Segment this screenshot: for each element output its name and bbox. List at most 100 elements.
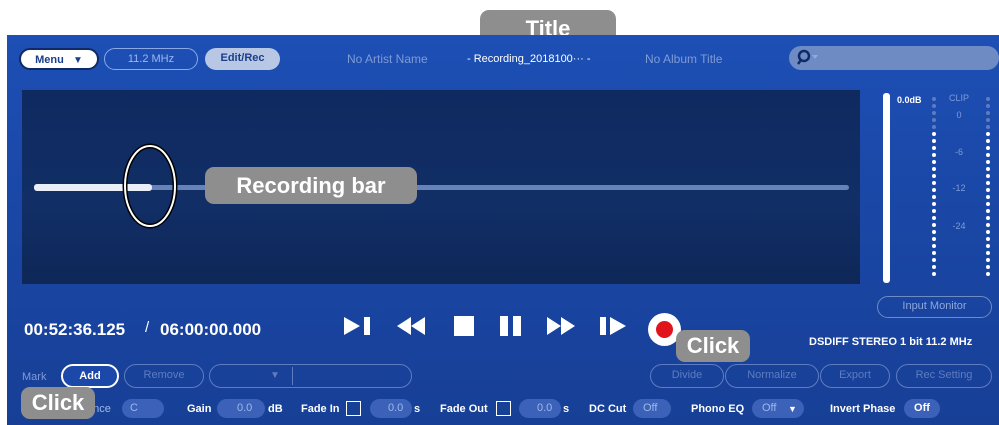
remove-mark-button[interactable]: Remove <box>124 364 204 388</box>
input-monitor-button[interactable]: Input Monitor <box>877 296 992 318</box>
skip-to-start-icon[interactable] <box>342 315 374 342</box>
gain-value: 0.0 <box>237 402 253 414</box>
meter-dot <box>932 209 936 213</box>
meter-dot <box>986 251 990 255</box>
meter-dot <box>932 195 936 199</box>
meter-dot <box>986 209 990 213</box>
meter-scale-6: -6 <box>954 147 963 157</box>
meter-dot <box>932 258 936 262</box>
meter-dot <box>986 202 990 206</box>
meter-dot <box>932 167 936 171</box>
meter-dot <box>932 125 936 129</box>
click-callout-add: Click <box>21 387 95 419</box>
dc-cut-value: Off <box>643 402 658 414</box>
meter-dot <box>986 237 990 241</box>
track-title: - Recording_2018100··· - <box>467 53 591 65</box>
divide-button[interactable]: Divide <box>650 364 724 388</box>
highlight-ring <box>122 143 178 229</box>
meter-dot <box>986 230 990 234</box>
menu-button[interactable]: Menu ▼ <box>19 48 99 70</box>
export-button[interactable]: Export <box>820 364 890 388</box>
format-info: DSDIFF STEREO 1 bit 11.2 MHz <box>809 336 973 348</box>
meter-dot <box>986 244 990 248</box>
meter-dot <box>932 132 936 136</box>
meter-dot <box>932 202 936 206</box>
meter-dot <box>986 174 990 178</box>
fade-out-unit: s <box>563 403 570 415</box>
artist-name: No Artist Name <box>347 52 428 66</box>
meter-dot <box>986 118 990 122</box>
level-meter-db: 0.0dB <box>897 95 922 105</box>
meter-dot <box>986 216 990 220</box>
invert-phase-label: Invert Phase <box>830 403 896 415</box>
meter-dot <box>986 104 990 108</box>
meter-dot <box>986 153 990 157</box>
meter-dot <box>986 160 990 164</box>
level-meter-right <box>986 97 990 279</box>
chevron-down-icon: ▼ <box>270 370 280 381</box>
meter-dot <box>932 230 936 234</box>
meter-dot <box>932 118 936 122</box>
search-input[interactable] <box>789 46 999 70</box>
meter-dot <box>932 153 936 157</box>
gain-unit: dB <box>268 403 283 415</box>
recording-bar-callout: Recording bar <box>205 167 417 204</box>
meter-dot <box>986 272 990 276</box>
meter-dot <box>932 265 936 269</box>
mark-label: Mark <box>22 371 47 383</box>
menu-label: Menu <box>35 54 64 66</box>
pause-icon[interactable] <box>498 315 524 342</box>
meter-scale-0: 0 <box>956 110 962 120</box>
album-title: No Album Title <box>645 52 723 66</box>
meter-dot <box>932 272 936 276</box>
meter-scale-24: -24 <box>952 221 966 231</box>
invert-phase-toggle[interactable]: Off <box>904 399 940 418</box>
meter-dot <box>932 111 936 115</box>
level-meter-bar <box>883 93 890 283</box>
level-meter-left <box>932 97 936 279</box>
meter-dot <box>932 223 936 227</box>
time-separator: / <box>145 319 150 336</box>
edit-rec-button[interactable]: Edit/Rec <box>205 48 280 70</box>
meter-dot <box>932 174 936 178</box>
fast-forward-icon[interactable] <box>545 315 577 342</box>
mark-select[interactable]: ▼ <box>209 364 412 388</box>
fade-out-checkbox[interactable] <box>496 401 511 416</box>
click-callout-record: Click <box>676 330 750 362</box>
recorder-window: Menu ▼ 11.2 MHz Edit/Rec No Artist Name … <box>7 35 999 425</box>
meter-dot <box>986 181 990 185</box>
phono-eq-label: Phono EQ <box>691 403 745 415</box>
meter-dot <box>986 132 990 136</box>
normalize-button[interactable]: Normalize <box>725 364 819 388</box>
meter-dot <box>986 167 990 171</box>
fade-in-checkbox[interactable] <box>346 401 361 416</box>
meter-dot <box>932 251 936 255</box>
chevron-down-icon: ▼ <box>788 404 797 414</box>
fade-in-unit: s <box>414 403 421 415</box>
balance-field[interactable] <box>122 399 164 418</box>
stop-icon[interactable] <box>453 315 475 342</box>
meter-dot <box>986 188 990 192</box>
skip-to-end-icon[interactable] <box>598 315 630 342</box>
sample-rate-button[interactable]: 11.2 MHz <box>104 48 198 70</box>
meter-dot <box>986 195 990 199</box>
record-icon <box>656 321 673 338</box>
meter-dot <box>986 125 990 129</box>
fade-out-label: Fade Out <box>440 403 488 415</box>
meter-dot <box>932 216 936 220</box>
rec-setting-button[interactable]: Rec Setting <box>896 364 992 388</box>
add-mark-button[interactable]: Add <box>61 364 119 388</box>
meter-dot <box>986 139 990 143</box>
meter-dot <box>932 104 936 108</box>
meter-dot <box>932 139 936 143</box>
rewind-icon[interactable] <box>395 315 427 342</box>
search-icon <box>797 49 821 72</box>
phono-eq-value: Off <box>762 402 777 414</box>
fade-out-value: 0.0 <box>537 402 553 414</box>
meter-dot <box>986 258 990 262</box>
dc-cut-label: DC Cut <box>589 403 627 415</box>
meter-dot <box>932 146 936 150</box>
clip-label: CLIP <box>948 93 969 103</box>
meter-dot <box>932 181 936 185</box>
meter-dot <box>932 237 936 241</box>
